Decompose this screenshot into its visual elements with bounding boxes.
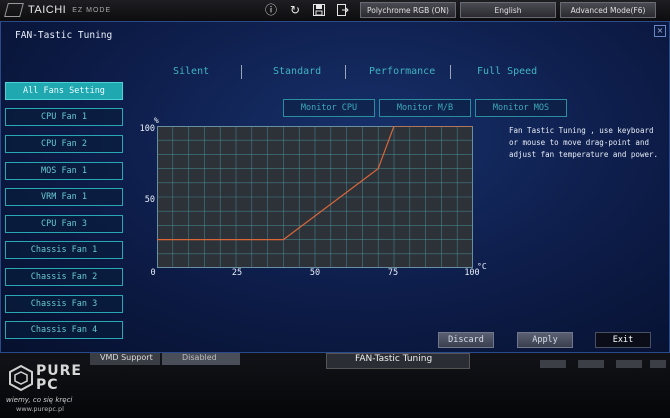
x-tick-label: 25 xyxy=(231,268,243,278)
preset-standard[interactable]: Standard xyxy=(273,66,321,77)
brand-name: TAICHI xyxy=(28,4,67,16)
y-tick-label: 100 xyxy=(139,124,155,134)
watermark-brand-pc: PC xyxy=(36,377,59,393)
fan-tastic-tab-label: FAN-Tastic Tuning xyxy=(355,354,433,364)
sidebar-item-fan[interactable]: Chassis Fan 3 xyxy=(5,295,123,313)
x-tick-label: 100 xyxy=(464,268,480,278)
preset-divider xyxy=(450,65,451,79)
decor-block xyxy=(540,360,566,368)
sidebar-item-fan[interactable]: VRM Fan 1 xyxy=(5,188,123,206)
sidebar-item-fan[interactable]: All Fans Setting xyxy=(5,82,123,100)
x-tick-label: 75 xyxy=(387,268,399,278)
panel-title: FAN-Tastic Tuning xyxy=(15,30,113,41)
exit-icon[interactable] xyxy=(336,3,350,17)
decor-block xyxy=(578,360,604,368)
brand-mark-icon xyxy=(4,3,24,17)
discard-button[interactable]: Discard xyxy=(438,332,494,348)
mode-label: EZ MODE xyxy=(72,6,112,14)
sidebar-item-fan[interactable]: Chassis Fan 1 xyxy=(5,241,123,259)
exit-button[interactable]: Exit xyxy=(595,332,651,348)
close-icon[interactable]: × xyxy=(654,25,666,37)
x-tick-label: 0 xyxy=(150,268,156,278)
refresh-icon[interactable]: ↻ xyxy=(288,3,302,17)
vmd-support-value[interactable]: Disabled xyxy=(182,353,217,362)
apply-button[interactable]: Apply xyxy=(517,332,573,348)
preset-performance[interactable]: Performance xyxy=(369,66,435,77)
top-bar: TAICHI EZ MODE ⓘ ↻ Polychrome RGB (ON) E… xyxy=(0,0,670,22)
monitor-mb-button[interactable]: Monitor M/B xyxy=(379,99,471,117)
language-button[interactable]: English xyxy=(460,2,556,18)
watermark-tagline: wiemy, co się kręci xyxy=(6,396,73,404)
vmd-support-label: VMD Support xyxy=(100,353,153,362)
sidebar-item-fan[interactable]: CPU Fan 1 xyxy=(5,108,123,126)
preset-divider xyxy=(345,65,346,79)
brand-logo: TAICHI EZ MODE xyxy=(4,3,112,17)
decor-block xyxy=(616,360,642,368)
help-text: Fan Tastic Tuning , use keyboard or mous… xyxy=(509,126,659,159)
monitor-mos-button[interactable]: Monitor MOS xyxy=(475,99,567,117)
preset-silent[interactable]: Silent xyxy=(173,66,209,77)
watermark-brand: PURE xyxy=(36,363,82,379)
save-icon[interactable] xyxy=(312,3,326,17)
background-main-page: VMD Support Disabled FAN-Tastic Tuning xyxy=(0,353,670,418)
favorite-icon[interactable]: ⓘ xyxy=(264,3,278,17)
advanced-mode-button[interactable]: Advanced Mode(F6) xyxy=(560,2,656,18)
x-tick-label: 50 xyxy=(309,268,321,278)
monitor-cpu-button[interactable]: Monitor CPU xyxy=(283,99,375,117)
preset-divider xyxy=(241,65,242,79)
decor-block xyxy=(650,360,666,368)
y-tick-label: 50 xyxy=(144,195,155,205)
preset-full-speed[interactable]: Full Speed xyxy=(477,66,537,77)
purepc-logo-icon xyxy=(9,365,33,391)
sidebar-item-fan[interactable]: CPU Fan 2 xyxy=(5,135,123,153)
watermark-url: www.purepc.pl xyxy=(16,405,64,413)
fan-curve-chart[interactable] xyxy=(157,126,473,268)
polychrome-button[interactable]: Polychrome RGB (ON) xyxy=(360,2,456,18)
sidebar-item-fan[interactable]: Chassis Fan 4 xyxy=(5,321,123,339)
fan-tastic-panel: FAN-Tastic Tuning × All Fans Setting CPU … xyxy=(0,21,670,353)
sidebar-item-fan[interactable]: MOS Fan 1 xyxy=(5,162,123,180)
sidebar-item-fan[interactable]: CPU Fan 3 xyxy=(5,215,123,233)
sidebar-item-fan[interactable]: Chassis Fan 2 xyxy=(5,268,123,286)
